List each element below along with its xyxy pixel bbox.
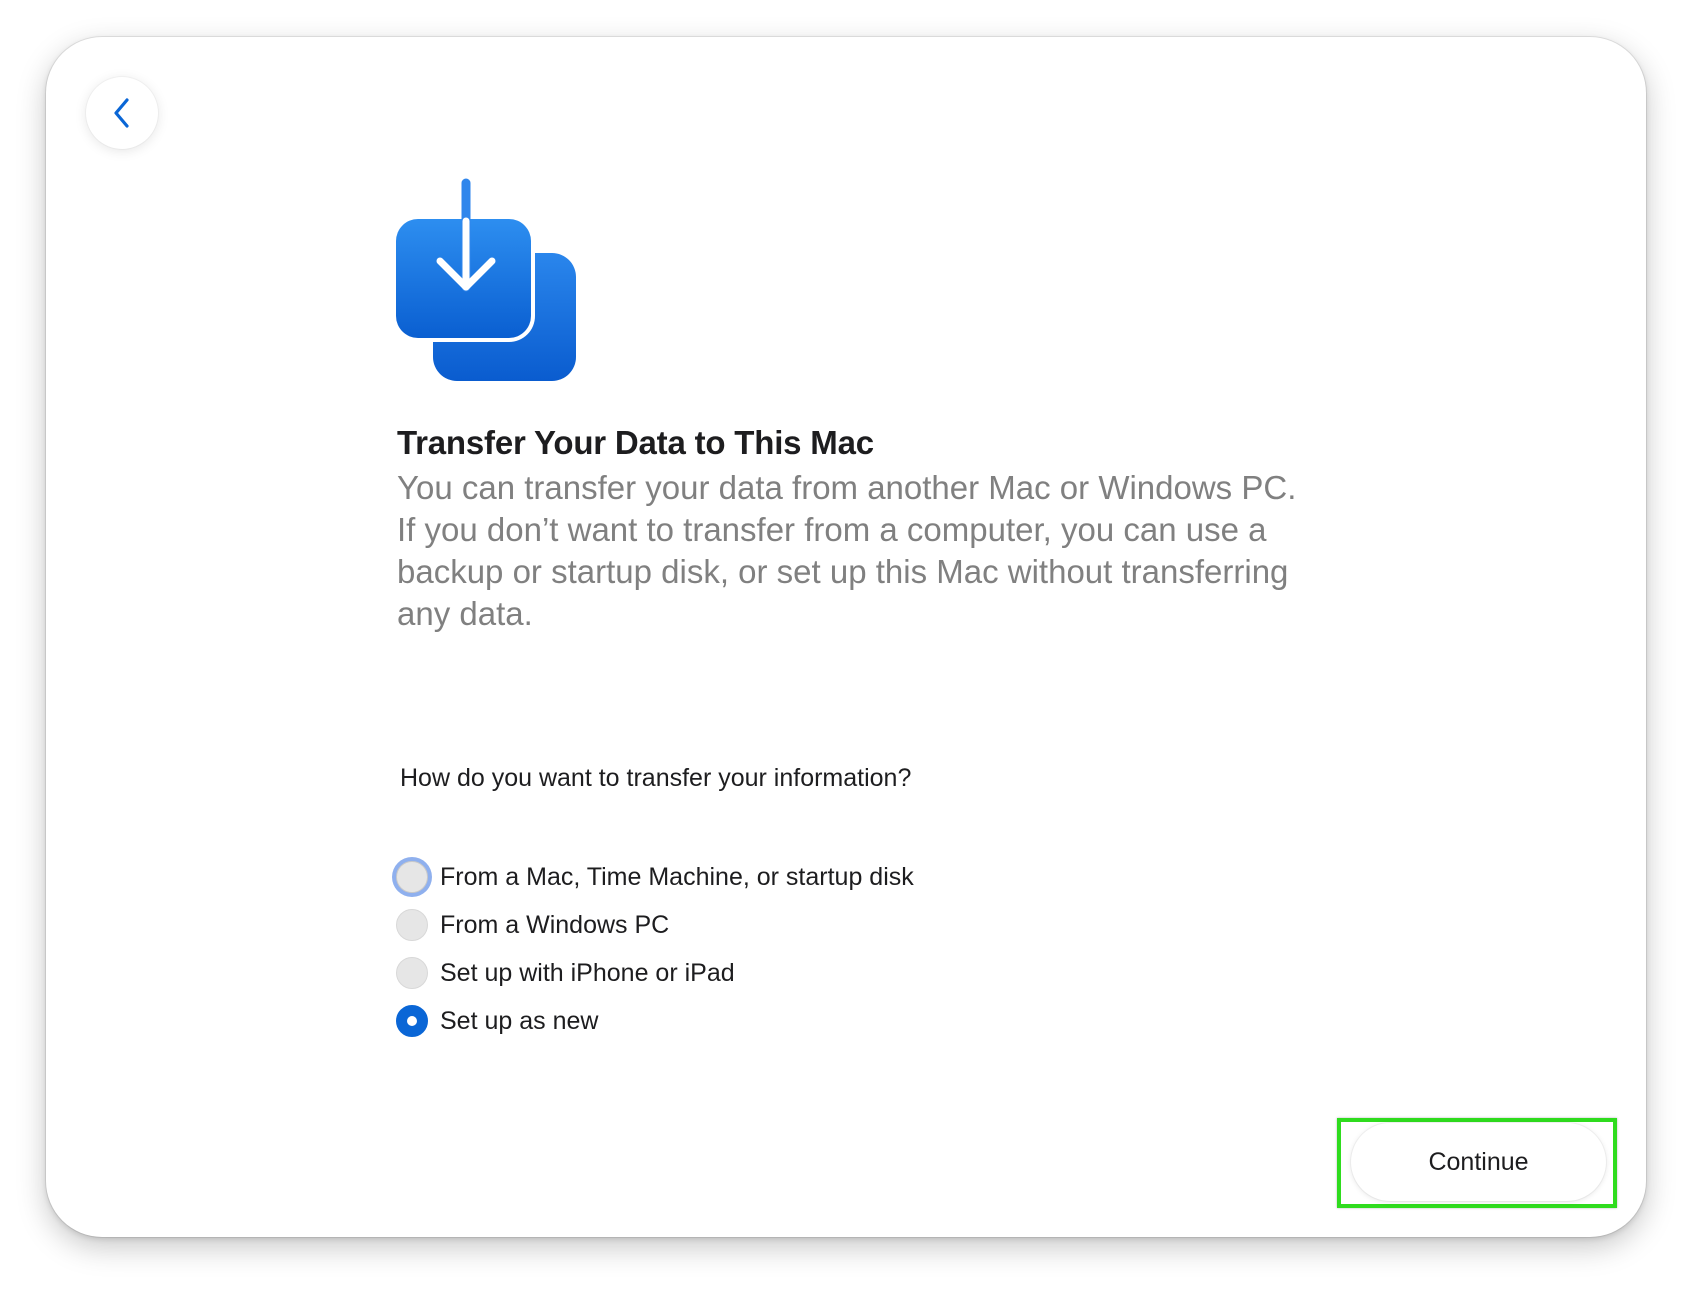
- back-button[interactable]: [86, 77, 158, 149]
- option-set-up-as-new[interactable]: Set up as new: [396, 997, 1096, 1045]
- option-iphone-ipad[interactable]: Set up with iPhone or iPad: [396, 949, 1096, 997]
- setup-assistant-window: Transfer Your Data to This Mac You can t…: [46, 37, 1646, 1237]
- radio-button-from-mac[interactable]: [396, 861, 428, 893]
- radio-button-iphone-ipad[interactable]: [396, 957, 428, 989]
- radio-button-set-up-as-new[interactable]: [396, 1005, 428, 1037]
- option-label: From a Mac, Time Machine, or startup dis…: [440, 862, 914, 891]
- option-label: Set up as new: [440, 1006, 599, 1035]
- transfer-options-radio-group: From a Mac, Time Machine, or startup dis…: [396, 853, 1096, 1045]
- page-title: Transfer Your Data to This Mac: [397, 424, 874, 461]
- transfer-question: How do you want to transfer your informa…: [400, 764, 912, 792]
- option-from-windows-pc[interactable]: From a Windows PC: [396, 901, 1096, 949]
- option-label: Set up with iPhone or iPad: [440, 958, 735, 987]
- option-label: From a Windows PC: [440, 910, 670, 939]
- page-description: You can transfer your data from another …: [397, 469, 1297, 632]
- download-transfer-icon: [392, 178, 576, 381]
- chevron-left-icon: [114, 98, 129, 128]
- continue-button[interactable]: Continue: [1351, 1123, 1606, 1201]
- option-from-mac[interactable]: From a Mac, Time Machine, or startup dis…: [396, 853, 1096, 901]
- radio-button-from-windows-pc[interactable]: [396, 909, 428, 941]
